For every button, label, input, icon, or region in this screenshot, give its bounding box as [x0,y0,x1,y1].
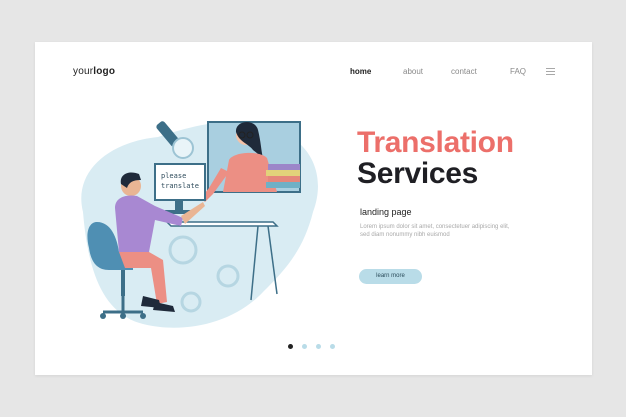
hero-body-text: Lorem ipsum dolor sit amet, consectetuer… [360,224,510,238]
speech-text-line2: translate [161,182,199,190]
hero-title-line1: Translation [357,126,514,159]
landing-page-card: yourlogo home about contact FAQ please t… [35,42,592,375]
nav-faq[interactable]: FAQ [510,67,526,76]
pagination-dot[interactable] [302,344,307,349]
hero-title-line2: Services [357,157,479,190]
pagination-dot[interactable] [288,344,293,349]
hero-subtitle: landing page [360,207,412,217]
translation-illustration: please translate [81,121,318,328]
nav-about[interactable]: about [403,67,423,76]
speech-text-line1: please [161,172,186,180]
logo-bold: logo [93,66,116,77]
pagination-dot[interactable] [316,344,321,349]
hamburger-menu-icon[interactable] [546,68,555,75]
logo-regular: your [73,66,94,77]
nav-home[interactable]: home [350,67,371,76]
nav-contact[interactable]: contact [451,67,477,76]
logo[interactable]: yourlogo [73,66,115,77]
learn-more-button[interactable]: learn more [359,269,422,284]
pagination-dot[interactable] [330,344,335,349]
